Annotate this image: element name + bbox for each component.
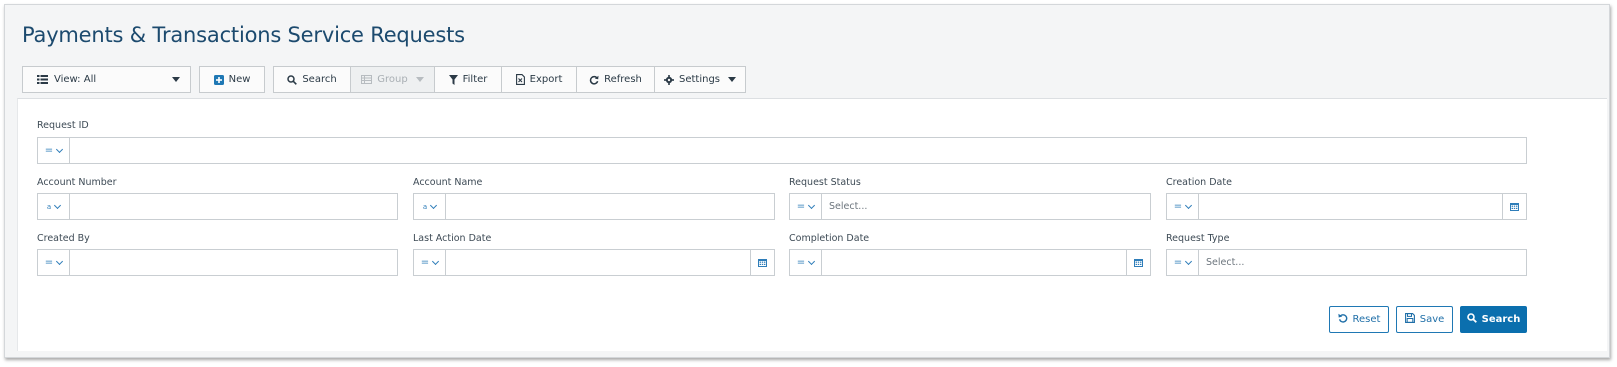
calendar-icon[interactable] [1502, 194, 1526, 219]
filter-icon [448, 74, 458, 85]
view-dropdown-label: View: All [54, 74, 97, 85]
plus-square-icon [213, 74, 224, 85]
completion-date-label: Completion Date [789, 233, 870, 244]
export-button[interactable]: Export [501, 66, 576, 93]
last-action-date-input[interactable] [446, 250, 750, 275]
calendar-icon[interactable] [1126, 250, 1150, 275]
new-button-wrap: New [199, 66, 265, 93]
new-button-label: New [228, 74, 251, 85]
account-number-label: Account Number [37, 177, 117, 188]
request-type-select[interactable] [1199, 250, 1526, 275]
chevron-down-icon [430, 201, 438, 209]
group-icon [361, 75, 373, 84]
save-button[interactable]: Save [1396, 306, 1453, 333]
creation-date-field: = [1166, 193, 1527, 220]
request-id-label: Request ID [37, 120, 89, 131]
created-by-input[interactable] [70, 250, 397, 275]
page-title: Payments & Transactions Service Requests [22, 23, 465, 47]
reset-button-label: Reset [1352, 314, 1381, 325]
group-button[interactable]: Group [350, 66, 434, 93]
creation-date-operator[interactable]: = [1167, 194, 1199, 219]
chevron-down-icon [728, 77, 737, 82]
export-button-label: Export [529, 74, 563, 85]
search-icon [287, 74, 298, 85]
request-id-input[interactable] [70, 138, 1526, 163]
request-type-label: Request Type [1166, 233, 1230, 244]
request-type-operator[interactable]: = [1167, 250, 1199, 275]
search-submit-label: Search [1481, 314, 1521, 325]
export-icon [515, 74, 525, 85]
completion-date-field: = [789, 249, 1151, 276]
created-by-operator[interactable]: = [38, 250, 70, 275]
created-by-label: Created By [37, 233, 90, 244]
chevron-down-icon [432, 257, 440, 265]
chevron-down-icon [808, 201, 816, 209]
account-number-input[interactable] [70, 194, 397, 219]
toolbar-search-button[interactable]: Search [273, 66, 350, 93]
request-id-field: = [37, 137, 1527, 164]
new-button[interactable]: New [199, 66, 265, 93]
chevron-down-icon [415, 77, 424, 82]
search-icon [1466, 313, 1477, 326]
chevron-down-icon [1185, 201, 1193, 209]
request-type-field: = [1166, 249, 1527, 276]
view-selector-wrap: View: All [22, 66, 191, 93]
toolbar-button-group: Search Group Filter Export Refresh Setti… [273, 66, 746, 93]
list-icon [37, 75, 48, 84]
account-name-operator[interactable]: a [414, 194, 446, 219]
chevron-down-icon [56, 257, 64, 265]
completion-date-operator[interactable]: = [790, 250, 822, 275]
completion-date-input[interactable] [822, 250, 1126, 275]
settings-button[interactable]: Settings [654, 66, 746, 93]
save-icon [1404, 313, 1415, 326]
filter-button-label: Filter [462, 74, 488, 85]
account-number-field: a [37, 193, 398, 220]
search-submit-button[interactable]: Search [1460, 306, 1527, 333]
request-status-operator[interactable]: = [790, 194, 822, 219]
refresh-button[interactable]: Refresh [576, 66, 654, 93]
save-button-label: Save [1419, 314, 1445, 325]
created-by-field: = [37, 249, 398, 276]
group-button-label: Group [377, 74, 408, 85]
settings-button-label: Settings [679, 74, 721, 85]
undo-icon [1337, 313, 1348, 326]
gear-icon [664, 74, 674, 85]
toolbar-search-label: Search [302, 74, 337, 85]
chevron-down-icon [54, 201, 62, 209]
last-action-date-label: Last Action Date [413, 233, 492, 244]
creation-date-label: Creation Date [1166, 177, 1232, 188]
view-dropdown[interactable]: View: All [22, 66, 191, 93]
last-action-date-operator[interactable]: = [414, 250, 446, 275]
filter-button[interactable]: Filter [434, 66, 501, 93]
request-status-select[interactable] [822, 194, 1150, 219]
account-number-operator[interactable]: a [38, 194, 70, 219]
request-status-field: = [789, 193, 1151, 220]
calendar-icon[interactable] [750, 250, 774, 275]
account-name-field: a [413, 193, 775, 220]
chevron-down-icon [1185, 257, 1193, 265]
reset-button[interactable]: Reset [1329, 306, 1389, 333]
request-status-label: Request Status [789, 177, 861, 188]
creation-date-input[interactable] [1199, 194, 1502, 219]
chevron-down-icon [808, 257, 816, 265]
request-id-operator[interactable]: = [38, 138, 70, 163]
chevron-down-icon [172, 77, 180, 82]
account-name-label: Account Name [413, 177, 483, 188]
refresh-button-label: Refresh [604, 74, 642, 85]
account-name-input[interactable] [446, 194, 774, 219]
last-action-date-field: = [413, 249, 775, 276]
refresh-icon [589, 75, 599, 85]
chevron-down-icon [56, 145, 64, 153]
